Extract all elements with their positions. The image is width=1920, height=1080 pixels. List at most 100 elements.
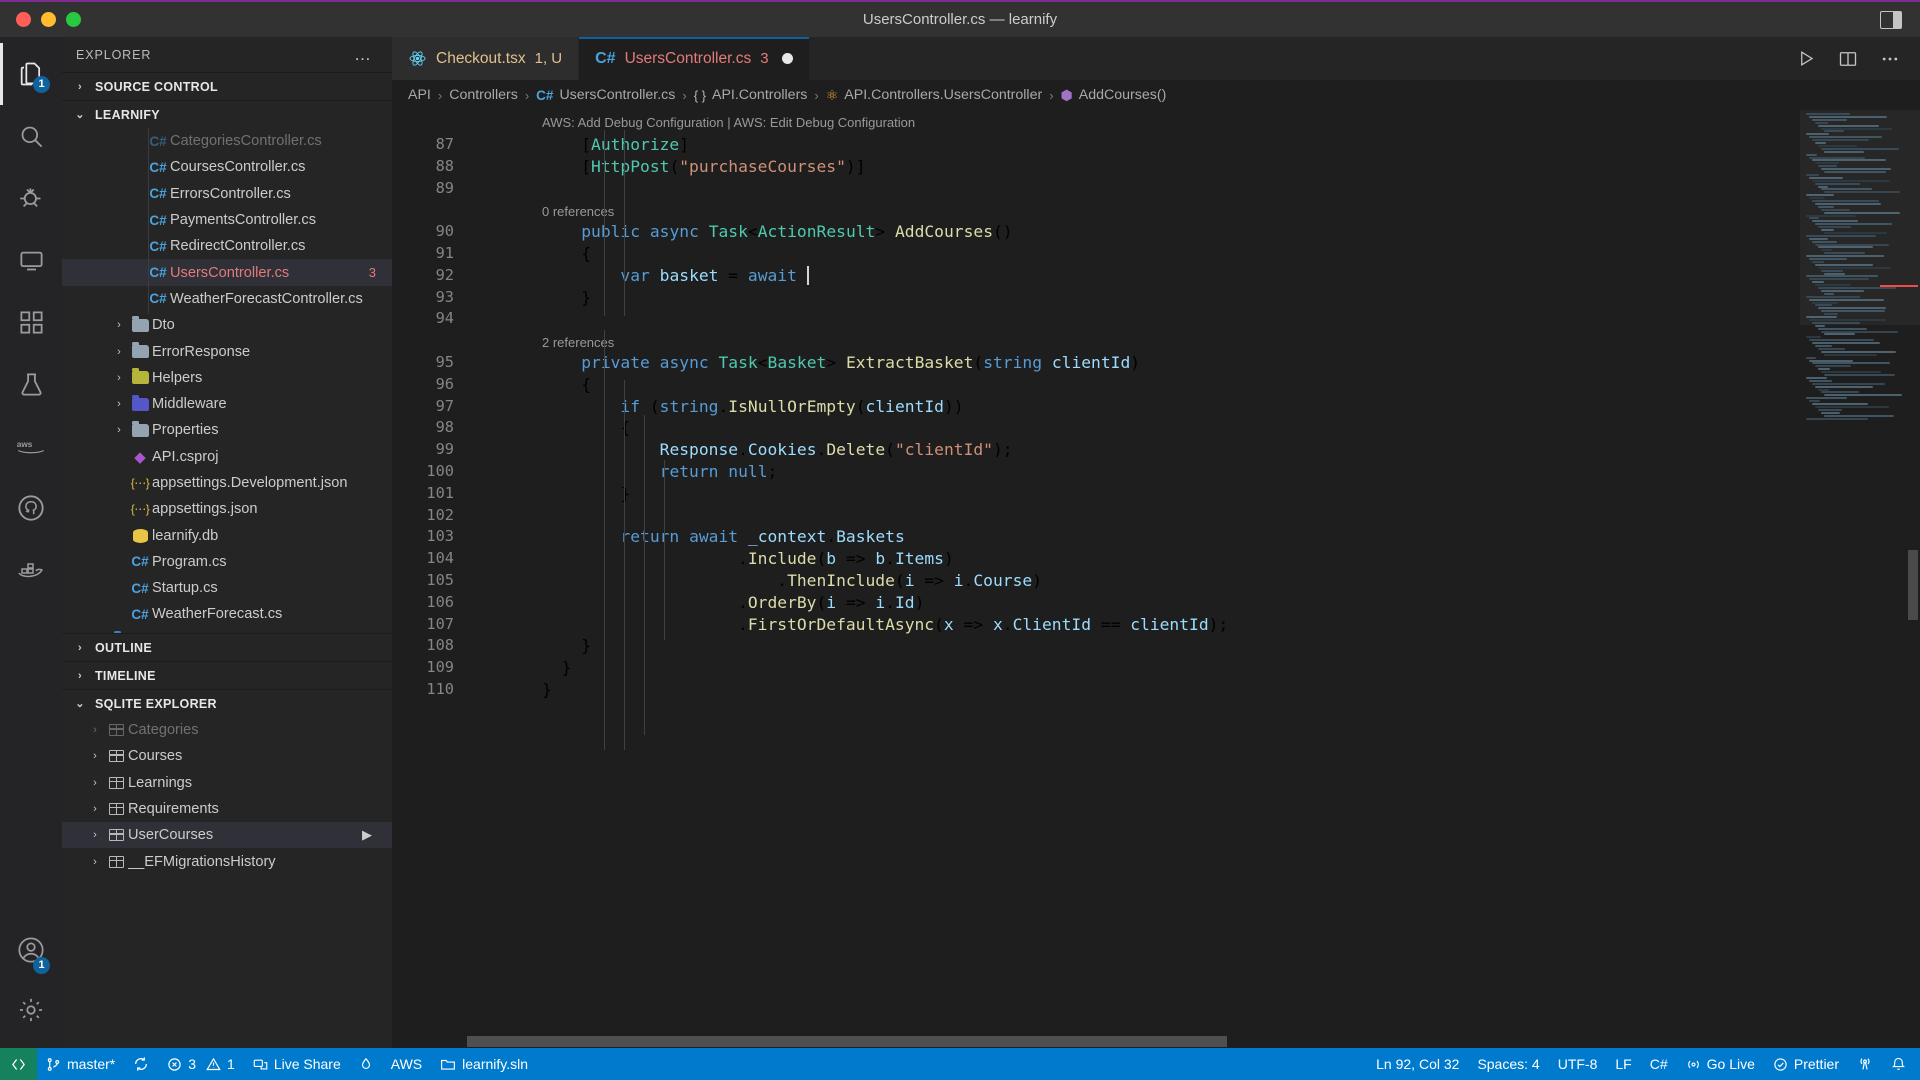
chevron-right-icon[interactable]: ›	[86, 856, 104, 868]
tree-item[interactable]: C# Startup.cs	[62, 575, 392, 601]
ellipsis-icon[interactable]	[1880, 49, 1900, 69]
chevron-right-icon[interactable]: ›	[110, 346, 128, 358]
tree-item[interactable]: {⋯} appsettings.json	[62, 496, 392, 522]
status-live-share[interactable]: Live Share	[244, 1048, 350, 1080]
tree-item[interactable]: ◆ API.csproj	[62, 444, 392, 470]
section-sqlite-explorer[interactable]: ⌄ SQLITE EXPLORER	[62, 689, 392, 717]
status-eol[interactable]: LF	[1606, 1048, 1640, 1080]
chevron-right-icon[interactable]: ›	[110, 424, 128, 436]
section-source-control[interactable]: › SOURCE CONTROL	[62, 72, 392, 100]
breadcrumb-item-method[interactable]: ⬢ AddCourses()	[1061, 87, 1167, 104]
layout-panel-icon[interactable]	[1880, 10, 1902, 29]
minimap[interactable]	[1800, 110, 1920, 1048]
breadcrumb-item-class[interactable]: ⚛ API.Controllers.UsersController	[826, 87, 1042, 104]
tree-item[interactable]: {⋯} appsettings.Development.json	[62, 470, 392, 496]
run-query-icon[interactable]: ▶	[362, 827, 372, 843]
activity-remote-explorer[interactable]	[0, 229, 62, 291]
chevron-right-icon[interactable]: ›	[86, 829, 104, 841]
tree-item[interactable]: › Middleware	[62, 391, 392, 417]
tree-item[interactable]: › ErrorResponse	[62, 338, 392, 364]
horizontal-scrollbar[interactable]	[392, 1036, 1800, 1048]
activity-run-debug[interactable]	[0, 167, 62, 229]
chevron-right-icon[interactable]: ›	[110, 319, 128, 331]
tree-item[interactable]: C# WeatherForecast.cs	[62, 601, 392, 627]
minimize-window-button[interactable]	[41, 12, 56, 27]
tree-item[interactable]: C# PaymentsController.cs	[62, 207, 392, 233]
play-icon[interactable]	[1797, 49, 1816, 68]
code-editor[interactable]: AWS: Add Debug Configuration | AWS: Edit…	[392, 110, 1800, 1048]
status-remote-host[interactable]	[0, 1048, 37, 1080]
sidebar-more-actions-icon[interactable]: …	[354, 46, 372, 63]
activity-explorer[interactable]: 1	[0, 43, 62, 105]
horizontal-scrollbar-thumb[interactable]	[467, 1036, 1227, 1047]
breadcrumb-item-controllers[interactable]: Controllers	[449, 87, 518, 103]
tree-item[interactable]: C# Program.cs	[62, 549, 392, 575]
sqlite-table-item[interactable]: › Learnings	[62, 770, 392, 796]
status-indentation[interactable]: Spaces: 4	[1468, 1048, 1548, 1080]
tree-item[interactable]: learnify.db	[62, 522, 392, 548]
section-timeline[interactable]: › TIMELINE	[62, 661, 392, 689]
split-editor-icon[interactable]	[1838, 49, 1858, 69]
sqlite-table-item[interactable]: › UserCourses ▶	[62, 822, 392, 849]
tab-dirty-indicator[interactable]	[781, 53, 793, 64]
breadcrumb-item-api[interactable]: API	[408, 87, 431, 103]
tree-item[interactable]: C# RedirectController.cs	[62, 233, 392, 259]
tree-item[interactable]: C# CoursesController.cs	[62, 154, 392, 180]
status-remote-tunnel[interactable]	[1848, 1048, 1882, 1080]
activity-test-explorer[interactable]	[0, 353, 62, 415]
tree-item[interactable]: C# CategoriesController.cs	[62, 128, 392, 154]
status-prettier[interactable]: Prettier	[1764, 1048, 1848, 1080]
tree-item[interactable]: C# UsersController.cs 3	[62, 259, 392, 286]
chevron-right-icon[interactable]: ›	[86, 777, 104, 789]
vertical-scrollbar-thumb[interactable]	[1908, 550, 1918, 620]
sqlite-table-item[interactable]: › Categories	[62, 717, 392, 743]
minimap-line	[1818, 266, 1891, 269]
tree-item[interactable]: › Properties	[62, 417, 392, 443]
table-icon	[104, 724, 128, 737]
section-learnify[interactable]: ⌄ LEARNIFY	[62, 100, 392, 128]
sqlite-table-list[interactable]: › Categories › Courses › Learnings › Requiremen…	[62, 717, 392, 1048]
chevron-right-icon[interactable]: ›	[86, 803, 104, 815]
chevron-right-icon[interactable]: ›	[86, 724, 104, 736]
status-sync-changes[interactable]	[124, 1048, 158, 1080]
activity-accounts[interactable]: 1	[0, 924, 62, 986]
chevron-right-icon[interactable]: ›	[110, 398, 128, 410]
close-window-button[interactable]	[16, 12, 31, 27]
sqlite-table-item[interactable]: › __EFMigrationsHistory	[62, 848, 392, 874]
activity-extensions[interactable]	[0, 291, 62, 353]
window-controls[interactable]	[0, 12, 81, 27]
tree-item[interactable]: › Helpers	[62, 365, 392, 391]
minimap-line	[1824, 353, 1878, 356]
tab-checkout-tsx[interactable]: Checkout.tsx 1, U	[392, 37, 580, 80]
status-go-live[interactable]: Go Live	[1677, 1048, 1764, 1080]
file-tree[interactable]: C# CategoriesController.cs C# CoursesContro…	[62, 128, 392, 633]
activity-manage-settings[interactable]	[0, 986, 62, 1048]
section-outline[interactable]: › OUTLINE	[62, 633, 392, 661]
status-aws[interactable]: AWS	[382, 1048, 431, 1080]
maximize-window-button[interactable]	[66, 12, 81, 27]
activity-docker[interactable]	[0, 539, 62, 601]
chevron-right-icon[interactable]: ›	[86, 750, 104, 762]
activity-github[interactable]	[0, 477, 62, 539]
status-tunnel[interactable]	[350, 1048, 382, 1080]
sqlite-table-item[interactable]: › Requirements	[62, 796, 392, 822]
breadcrumb-item-namespace[interactable]: { } API.Controllers	[694, 87, 808, 103]
status-problems[interactable]: 3 1	[158, 1048, 244, 1080]
status-solution[interactable]: learnify.sln	[431, 1048, 537, 1080]
chevron-right-icon[interactable]: ›	[110, 372, 128, 384]
sqlite-table-item[interactable]: › Courses	[62, 743, 392, 769]
status-language-mode[interactable]: C#	[1641, 1048, 1677, 1080]
tree-item[interactable]: › Dto	[62, 312, 392, 338]
activity-search[interactable]	[0, 105, 62, 167]
tree-item[interactable]: C# ErrorsController.cs	[62, 181, 392, 207]
activity-aws-toolkit[interactable]: aws	[0, 415, 62, 477]
tree-item[interactable]: C# WeatherForecastController.cs	[62, 286, 392, 312]
codelens-aws[interactable]: AWS: Add Debug Configuration | AWS: Edit…	[542, 112, 915, 134]
status-branch[interactable]: master*	[37, 1048, 124, 1080]
tree-item[interactable]: ⌄client	[62, 628, 392, 633]
tab-userscontroller-cs[interactable]: C# UsersController.cs 3	[579, 37, 810, 80]
status-notifications[interactable]	[1882, 1048, 1920, 1080]
breadcrumb-item-file[interactable]: C# UsersController.cs	[536, 87, 675, 103]
status-encoding[interactable]: UTF-8	[1549, 1048, 1607, 1080]
status-editor-position[interactable]: Ln 92, Col 32	[1367, 1048, 1468, 1080]
